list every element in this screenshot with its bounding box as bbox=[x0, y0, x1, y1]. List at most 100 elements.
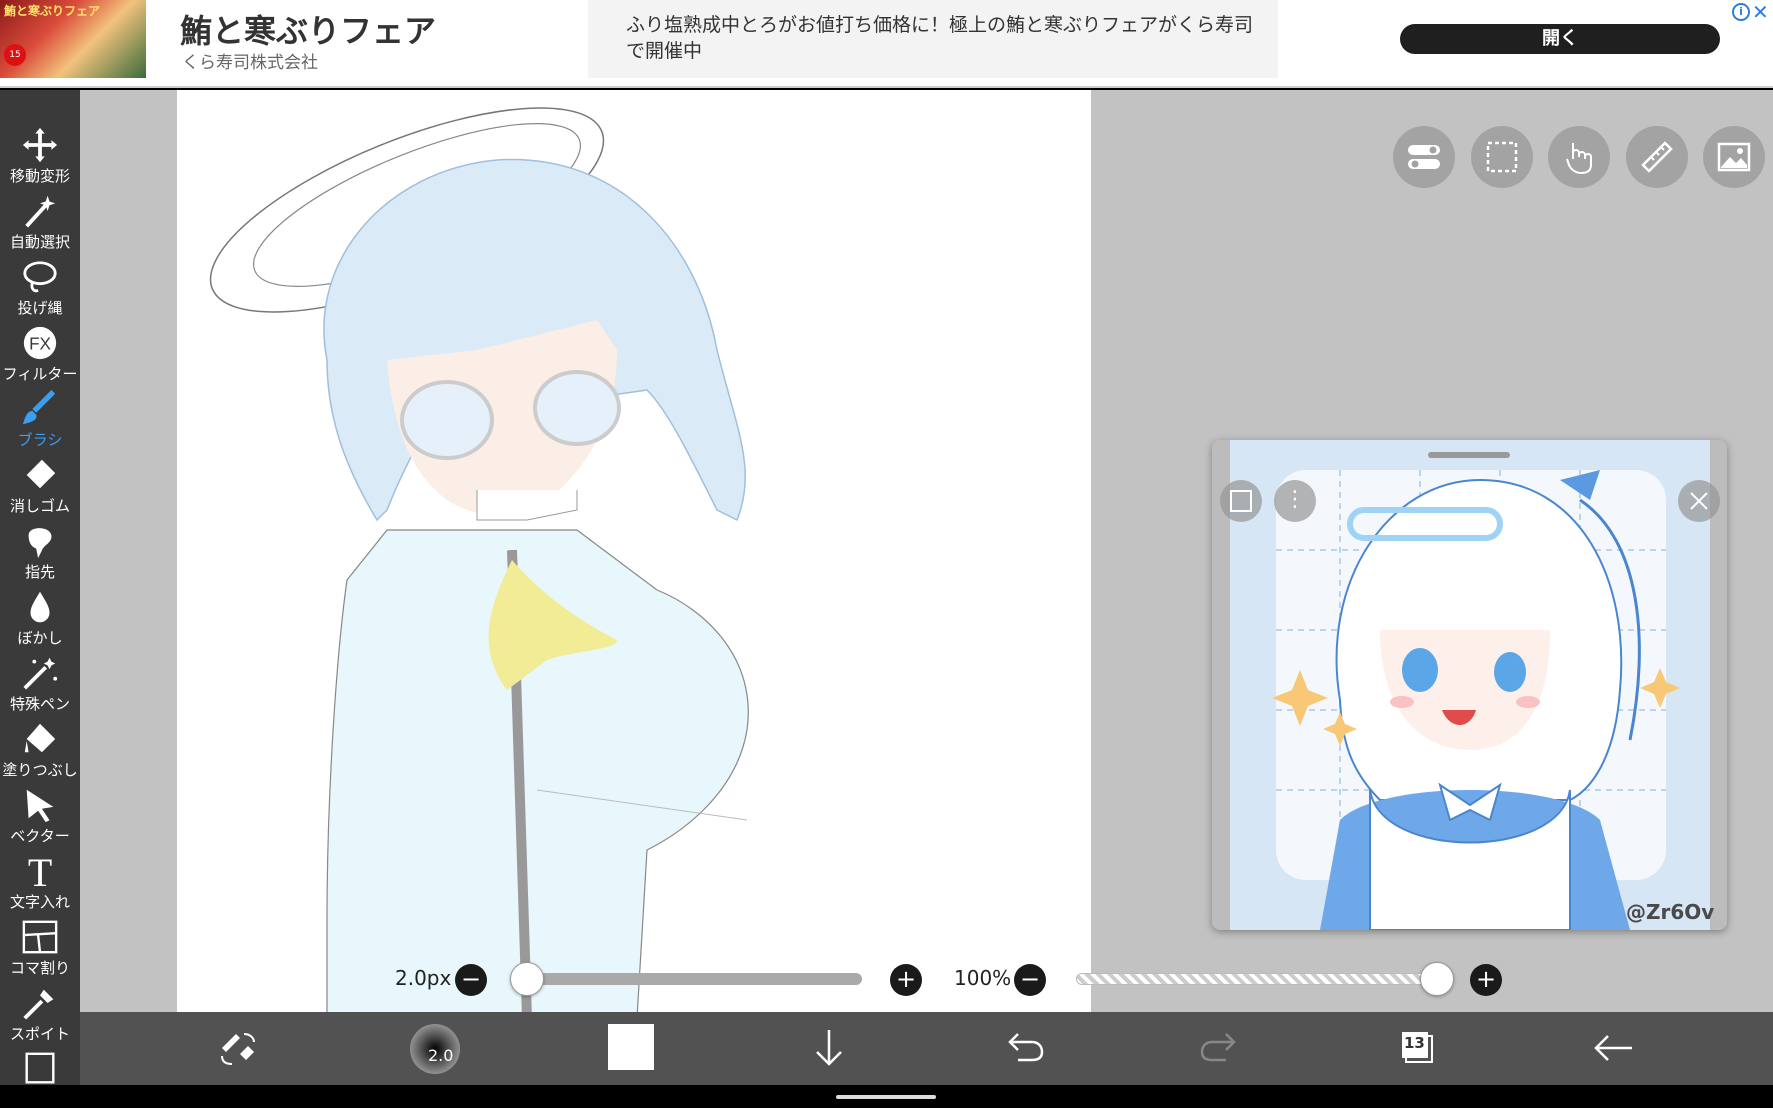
layers-button[interactable]: 13 bbox=[1392, 1024, 1440, 1072]
tool-label: コマ割り bbox=[9, 959, 70, 977]
tool-label: 指先 bbox=[24, 563, 55, 581]
opacity-slider-knob[interactable] bbox=[1420, 962, 1454, 996]
arrow-down-icon bbox=[816, 1030, 842, 1066]
tool-text[interactable]: T 文字入れ bbox=[0, 848, 80, 914]
ad-thumbnail[interactable]: 鮪と寒ぶりフェア 15 bbox=[0, 0, 146, 78]
vector-arrow-icon bbox=[26, 789, 54, 823]
tool-label: 移動変形 bbox=[9, 167, 70, 185]
tool-lasso[interactable]: 投げ縄 bbox=[0, 254, 80, 320]
tool-auto-select[interactable]: 自動選択 bbox=[0, 188, 80, 254]
tool-more[interactable] bbox=[0, 1046, 80, 1085]
tool-blur[interactable]: ぼかし bbox=[0, 584, 80, 650]
ad-description: ふり塩熟成中とろがお値打ち価格に！極上の鮪と寒ぶりフェアがくら寿司で開催中 bbox=[626, 14, 1254, 62]
redo-icon bbox=[1200, 1033, 1236, 1062]
brush-size-minus-button[interactable]: − bbox=[455, 964, 487, 996]
tool-label: ブラシ bbox=[17, 431, 63, 449]
tool-label: 消しゴム bbox=[9, 497, 70, 515]
opacity-minus-button[interactable]: − bbox=[1014, 964, 1046, 996]
special-pen-icon bbox=[23, 657, 58, 690]
frame-icon bbox=[25, 1052, 55, 1084]
opacity-label: 100% bbox=[954, 966, 1012, 990]
reference-window[interactable]: ⋮ @Zr6Ov bbox=[1212, 440, 1727, 930]
tool-label: 塗りつぶし bbox=[2, 761, 78, 779]
ad-open-button[interactable]: 開く bbox=[1400, 24, 1720, 54]
drawing-canvas[interactable] bbox=[177, 90, 1091, 1018]
reference-menu-button[interactable]: ⋮ bbox=[1274, 480, 1316, 522]
tool-panel[interactable]: コマ割り bbox=[0, 914, 80, 980]
tool-special-pen[interactable]: 特殊ペン bbox=[0, 650, 80, 716]
ad-banner[interactable]: 鮪と寒ぶりフェア 15 鮪と寒ぶりフェア くら寿司株式会社 ふり塩熟成中とろがお… bbox=[0, 0, 1773, 88]
color-swatch-button[interactable] bbox=[608, 1024, 654, 1070]
tool-label: ベクター bbox=[10, 827, 70, 845]
reference-watermark: @Zr6Ov bbox=[1626, 900, 1715, 924]
collar bbox=[476, 490, 578, 521]
image-button[interactable] bbox=[1703, 126, 1765, 188]
eyedropper-icon bbox=[23, 989, 54, 1020]
tool-filter[interactable]: FX フィルター bbox=[0, 320, 80, 386]
selection-button[interactable] bbox=[1471, 126, 1533, 188]
ad-advertiser: くら寿司株式会社 bbox=[182, 53, 318, 73]
fill-bucket-icon bbox=[24, 723, 56, 753]
ad-info-icon[interactable]: i bbox=[1732, 3, 1750, 21]
tool-brush[interactable]: ブラシ bbox=[0, 386, 80, 452]
brush-size-plus-button[interactable]: + bbox=[890, 964, 922, 996]
hand-button[interactable] bbox=[1548, 126, 1610, 188]
brush-size-slider-knob[interactable] bbox=[510, 962, 544, 996]
tool-label: 特殊ペン bbox=[9, 695, 70, 713]
tool-fill[interactable]: 塗りつぶし bbox=[0, 716, 80, 782]
back-button[interactable] bbox=[1590, 1024, 1638, 1072]
blur-drop-icon bbox=[30, 591, 50, 623]
reference-frame-button[interactable] bbox=[1220, 480, 1262, 522]
brush-size-label: 2.0px bbox=[395, 966, 452, 990]
selection-icon bbox=[1486, 141, 1518, 173]
frame-icon bbox=[1230, 490, 1252, 512]
ruler-button[interactable] bbox=[1626, 126, 1688, 188]
opacity-slider-track[interactable] bbox=[1076, 973, 1436, 985]
text-glyph: T bbox=[28, 852, 52, 890]
reference-close-button[interactable] bbox=[1678, 480, 1720, 522]
close-icon bbox=[1690, 492, 1708, 510]
tool-label: ぼかし bbox=[17, 629, 63, 647]
redo-button[interactable] bbox=[1196, 1024, 1244, 1072]
ad-thumbnail-title: 鮪と寒ぶりフェア bbox=[4, 4, 101, 18]
swap-tool-button[interactable] bbox=[214, 1024, 262, 1072]
move-icon bbox=[22, 127, 58, 163]
brush-size-slider-track[interactable] bbox=[516, 973, 862, 985]
brush-icon bbox=[22, 390, 56, 425]
eraser-icon bbox=[26, 459, 56, 489]
download-button[interactable] bbox=[805, 1024, 853, 1072]
tool-move-transform[interactable]: 移動変形 bbox=[0, 122, 80, 188]
reference-drag-handle[interactable] bbox=[1428, 452, 1510, 458]
ad-close-icon[interactable]: ✕ bbox=[1752, 0, 1769, 24]
undo-icon bbox=[1008, 1033, 1044, 1062]
canvas-artwork bbox=[209, 107, 749, 1018]
ad-thumbnail-badge: 15 bbox=[4, 44, 26, 66]
tool-sidebar: 移動変形 自動選択 投げ縄 FX フィルター ブラシ 消しゴム 指先 ぼかし 特… bbox=[0, 90, 80, 1085]
tool-vector[interactable]: ベクター bbox=[0, 782, 80, 848]
undo-button[interactable] bbox=[1000, 1024, 1048, 1072]
tool-label: 文字入れ bbox=[9, 893, 70, 911]
arrow-left-icon bbox=[1594, 1035, 1632, 1061]
tool-finger[interactable]: 指先 bbox=[0, 518, 80, 584]
magic-wand-icon bbox=[25, 195, 56, 228]
ruler-icon bbox=[1641, 141, 1673, 173]
layer-count: 13 bbox=[1404, 1034, 1425, 1052]
tool-label: フィルター bbox=[2, 365, 78, 383]
pen-eraser-swap-icon bbox=[221, 1033, 255, 1065]
toggle-settings-button[interactable] bbox=[1393, 126, 1455, 188]
hand-icon bbox=[1566, 143, 1592, 175]
ad-description-box[interactable]: ふり塩熟成中とろがお値打ち価格に！極上の鮪と寒ぶりフェアがくら寿司で開催中 bbox=[588, 0, 1278, 78]
tool-label: スポイト bbox=[9, 1025, 70, 1043]
brush-preview-size: 2.0 bbox=[428, 1046, 454, 1065]
finger-icon bbox=[28, 528, 52, 559]
fx-glyph: FX bbox=[29, 335, 51, 354]
tool-eyedropper[interactable]: スポイト bbox=[0, 980, 80, 1046]
toggle-icon bbox=[1408, 145, 1440, 169]
tool-eraser[interactable]: 消しゴム bbox=[0, 452, 80, 518]
tool-label: 投げ縄 bbox=[17, 299, 63, 317]
image-icon bbox=[1717, 142, 1751, 172]
brush-preview-button[interactable]: 2.0 bbox=[410, 1024, 460, 1074]
ad-title[interactable]: 鮪と寒ぶりフェア bbox=[180, 6, 436, 52]
opacity-plus-button[interactable]: + bbox=[1470, 964, 1502, 996]
home-indicator[interactable] bbox=[836, 1095, 936, 1099]
